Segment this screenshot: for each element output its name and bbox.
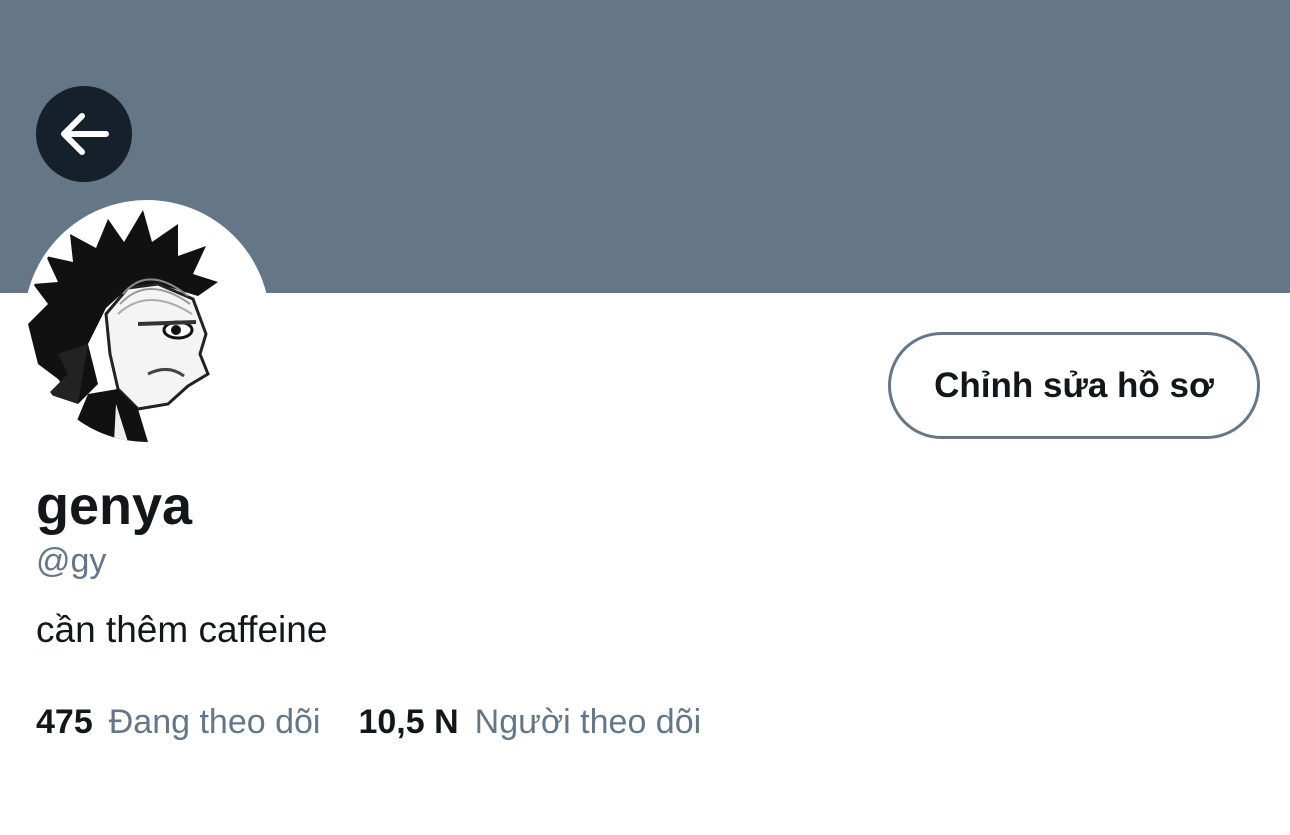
followers-label: Người theo dõi: [474, 703, 702, 741]
back-button[interactable]: [36, 86, 132, 182]
following-stat[interactable]: 475 Đang theo dõi: [36, 700, 320, 744]
profile-bio: cần thêm caffeine: [36, 609, 328, 650]
edit-profile-label: Chỉnh sửa hồ sơ: [934, 365, 1214, 405]
following-count: 475: [36, 703, 93, 741]
user-handle: @gy: [36, 542, 107, 580]
following-label: Đang theo dõi: [108, 703, 321, 741]
followers-count: 10,5 N: [358, 703, 459, 741]
avatar-frame: [24, 200, 270, 446]
profile-stats: 475 Đang theo dõi 10,5 N Người theo dõi: [36, 700, 701, 744]
display-name: genya: [36, 476, 193, 536]
followers-stat[interactable]: 10,5 N Người theo dõi: [358, 700, 701, 744]
avatar[interactable]: [28, 204, 266, 442]
arrow-left-icon: [58, 112, 110, 156]
edit-profile-button[interactable]: Chỉnh sửa hồ sơ: [888, 332, 1260, 439]
profile-page: Chỉnh sửa hồ sơ genya @gy cần thêm caffe…: [0, 0, 1290, 835]
